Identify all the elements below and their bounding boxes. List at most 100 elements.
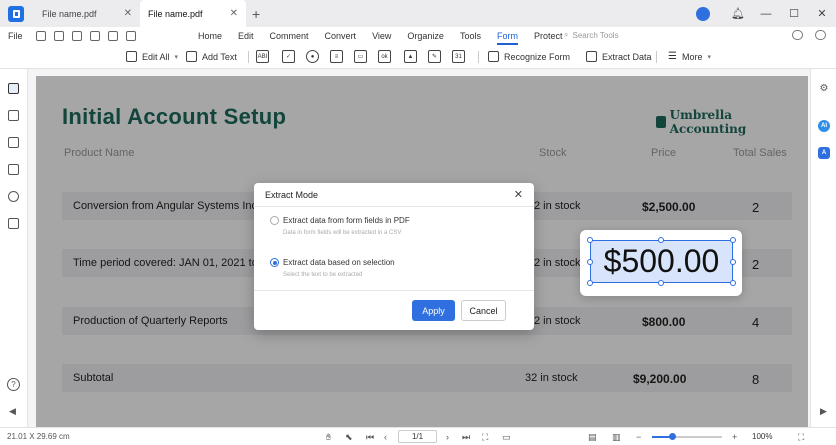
collapse-left-icon[interactable]: ◀ (9, 406, 16, 417)
edit-all-label: Edit All (142, 51, 170, 62)
chevron-down-icon: ▾ (707, 53, 711, 61)
menu-edit[interactable]: Edit (238, 31, 254, 41)
toolbar-divider (478, 51, 479, 63)
tab-label: File name.pdf (148, 8, 203, 19)
zoom-slider[interactable] (652, 433, 722, 440)
bell-icon[interactable]: 🔔︎ (724, 7, 752, 20)
hand-tool-icon[interactable]: ✋︎ (326, 432, 331, 443)
dropdown-icon[interactable] (126, 31, 136, 41)
fit-page-icon[interactable]: ⛶ (482, 432, 488, 443)
resize-handle[interactable] (658, 280, 664, 286)
cloud-upload-icon[interactable] (792, 30, 803, 40)
divider (254, 290, 534, 291)
translate-icon[interactable]: A (818, 147, 830, 159)
resize-handle[interactable] (587, 237, 593, 243)
help-icon[interactable]: ? (7, 378, 20, 391)
window-close-icon[interactable]: ✕ (808, 7, 836, 20)
radio-selection[interactable] (270, 258, 279, 267)
tab-file-1[interactable]: File name.pdf ✕ (34, 0, 140, 27)
menu-protect[interactable]: Protect (534, 31, 563, 41)
attachment-icon[interactable] (8, 164, 19, 175)
selected-text-box[interactable]: $500.00 (590, 240, 733, 283)
redo-icon[interactable] (90, 31, 100, 41)
comment-icon[interactable] (8, 137, 19, 148)
tab-file-2[interactable]: File name.pdf ✕ (140, 0, 246, 27)
fit-width-icon[interactable]: ▭ (502, 432, 511, 443)
two-page-icon[interactable]: ▥ (612, 432, 621, 443)
close-icon[interactable]: ✕ (514, 188, 523, 201)
previous-page-icon[interactable]: ‹ (384, 432, 387, 442)
text-field-icon[interactable]: ABI (256, 50, 269, 63)
pages-icon[interactable] (8, 83, 19, 94)
new-tab-icon[interactable]: + (252, 6, 260, 22)
apply-button[interactable]: Apply (412, 300, 455, 321)
combo-box-icon[interactable]: ▭ (354, 50, 367, 63)
menu-form[interactable]: Form (496, 31, 518, 45)
search-icon[interactable] (8, 191, 19, 202)
save-icon[interactable] (36, 31, 46, 41)
bookmark-icon[interactable] (8, 110, 19, 121)
option-selection-desc: Select the text to be extracted (283, 272, 363, 278)
print-icon[interactable] (54, 31, 64, 41)
menu-tools[interactable]: Tools (460, 31, 481, 41)
button-field-icon[interactable]: ok (378, 50, 391, 63)
collapse-icon[interactable] (815, 30, 826, 40)
edit-all-button[interactable]: Edit All ▾ (126, 51, 178, 62)
app-logo-icon (8, 5, 24, 22)
share-icon[interactable] (108, 31, 118, 41)
close-icon[interactable]: ✕ (230, 8, 238, 19)
file-menu[interactable]: File (8, 31, 32, 41)
add-text-button[interactable]: Add Text (186, 51, 237, 62)
page-view-icon[interactable]: ▤ (588, 432, 597, 443)
properties-icon[interactable]: ⚙ (818, 83, 830, 95)
fullscreen-icon[interactable]: ⛶ (798, 432, 804, 443)
maximize-icon[interactable]: ☐ (780, 7, 808, 20)
resize-handle[interactable] (587, 280, 593, 286)
chevron-down-icon: ▾ (174, 53, 179, 61)
date-field-icon[interactable]: 31 (452, 50, 465, 63)
extract-data-button[interactable]: Extract Data (586, 51, 652, 62)
list-box-icon[interactable]: ≡ (330, 50, 343, 63)
signature-field-icon[interactable]: ✎ (428, 50, 441, 63)
radio-form-fields[interactable] (270, 216, 279, 225)
menu-convert[interactable]: Convert (325, 31, 357, 41)
page-number-input[interactable]: 1/1 (398, 430, 437, 443)
layers-icon[interactable] (8, 218, 19, 229)
form-toolbar: Edit All ▾ Add Text ABI ✓ ● ≡ ▭ ok ▲ ✎ 3… (0, 45, 836, 69)
ai-assistant-icon[interactable]: AI (818, 120, 830, 132)
resize-handle[interactable] (658, 237, 664, 243)
left-sidebar: ? ◀ (0, 69, 28, 427)
image-field-icon[interactable]: ▲ (404, 50, 417, 63)
select-tool-icon[interactable]: ⬉ (345, 432, 353, 443)
status-bar: 21.01 X 29.69 cm ✋︎ ⬉ ⏮︎ ‹ 1/1 › ⏭︎ ⛶ ▭ … (0, 427, 836, 445)
first-page-icon[interactable]: ⏮︎ (366, 432, 374, 443)
search-icon: ⌕ (564, 30, 569, 39)
menu-home[interactable]: Home (198, 31, 222, 41)
last-page-icon[interactable]: ⏭︎ (462, 432, 470, 443)
resize-handle[interactable] (730, 237, 736, 243)
minimize-icon[interactable]: — (752, 8, 780, 20)
recognize-form-button[interactable]: Recognize Form (488, 51, 570, 62)
next-page-icon[interactable]: › (446, 432, 449, 442)
zoom-out-icon[interactable]: − (636, 432, 641, 442)
search-tools[interactable]: ⌕ Search Tools (564, 30, 619, 40)
zoom-level[interactable]: 100% (752, 432, 772, 441)
more-label: More (681, 51, 703, 62)
undo-icon[interactable] (72, 31, 82, 41)
checkbox-icon[interactable]: ✓ (282, 50, 295, 63)
cancel-button[interactable]: Cancel (461, 300, 506, 321)
resize-handle[interactable] (730, 259, 736, 265)
resize-handle[interactable] (730, 280, 736, 286)
avatar[interactable] (696, 6, 710, 21)
menu-comment[interactable]: Comment (270, 31, 309, 41)
more-button[interactable]: ☰ More ▾ (668, 51, 711, 62)
radio-button-icon[interactable]: ● (306, 50, 319, 63)
toolbar-divider (248, 51, 249, 63)
resize-handle[interactable] (587, 259, 593, 265)
zoom-slider-handle[interactable] (668, 433, 676, 440)
close-icon[interactable]: ✕ (124, 8, 132, 19)
collapse-right-icon[interactable]: ▶ (820, 406, 827, 417)
zoom-in-icon[interactable]: + (732, 432, 737, 442)
menu-organize[interactable]: Organize (407, 31, 444, 41)
menu-view[interactable]: View (372, 31, 391, 41)
